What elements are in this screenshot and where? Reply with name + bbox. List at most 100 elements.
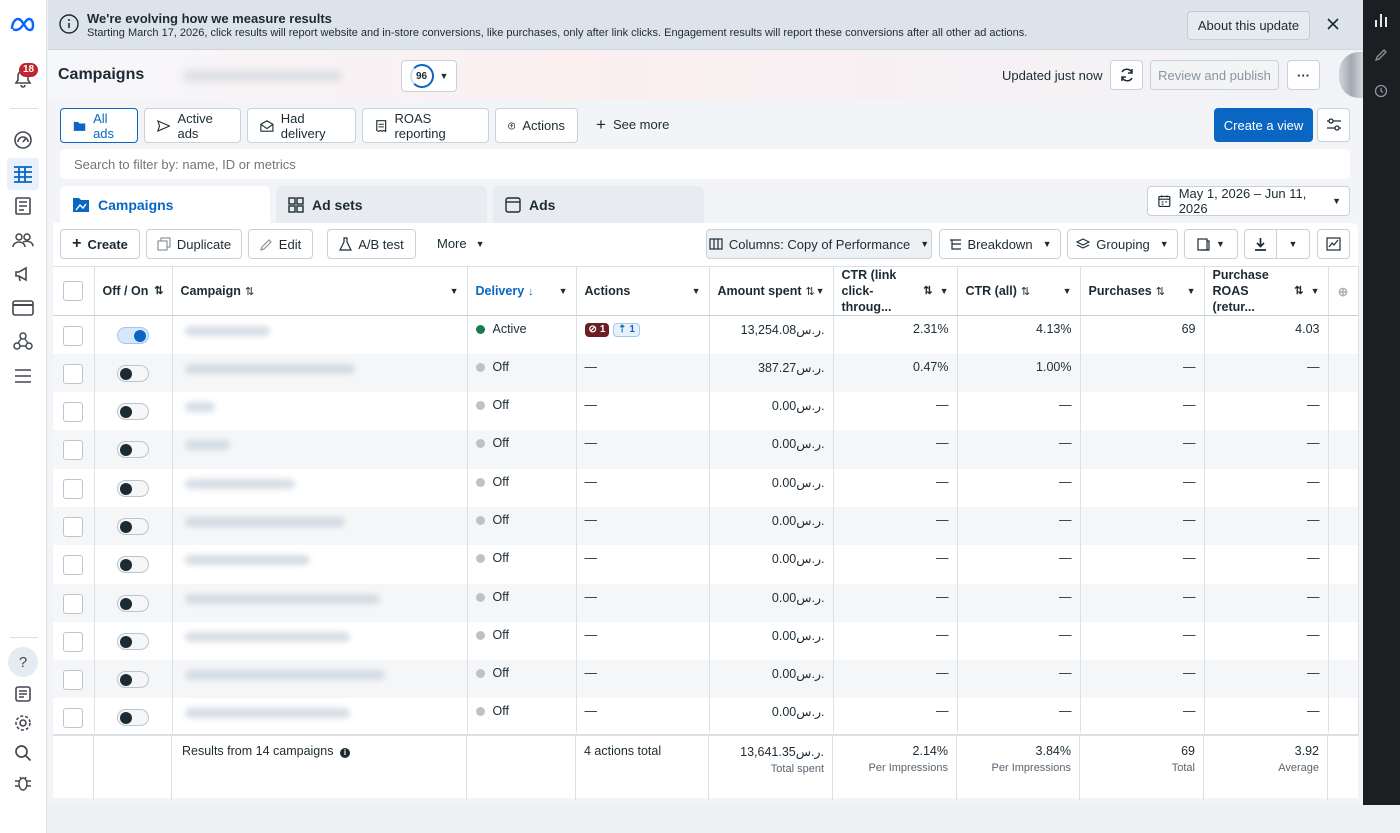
row-checkbox[interactable] [63, 670, 84, 691]
sort-icon[interactable]: ⇅ [154, 283, 163, 299]
row-checkbox[interactable] [63, 440, 84, 461]
close-icon[interactable] [1326, 17, 1340, 34]
campaign-toggle[interactable] [117, 403, 149, 421]
all-tools-menu-icon[interactable] [11, 364, 35, 388]
table-row[interactable]: Active ⊘ 1 ⇡ 1 13,254.08ر.س. 2.31% 4.13% 69 4.03 [53, 315, 1359, 354]
reports-book-icon[interactable] [11, 194, 35, 218]
campaign-toggle[interactable] [117, 709, 149, 727]
campaign-name-cell[interactable] [172, 430, 468, 469]
search-icon[interactable] [11, 741, 35, 765]
row-checkbox[interactable] [63, 708, 84, 729]
campaign-toggle[interactable] [117, 327, 149, 344]
campaign-name-blurred[interactable] [184, 593, 380, 604]
campaign-name-blurred[interactable] [184, 516, 345, 527]
chevron-down-icon[interactable]: ▼ [1311, 283, 1320, 299]
table-row[interactable]: Off —387.27ر.س. 0.47% 1.00% — — [53, 353, 1359, 393]
chevron-down-icon[interactable]: ▼ [692, 286, 701, 296]
date-range-picker[interactable]: May 1, 2026 – Jun 11, 2026 ▼ [1147, 186, 1350, 216]
grouping-dropdown[interactable]: Grouping ▼ [1067, 229, 1178, 259]
row-checkbox[interactable] [63, 478, 84, 499]
chevron-down-icon[interactable]: ▼ [1063, 286, 1072, 296]
export-button[interactable] [1244, 229, 1277, 259]
delivery-column-header[interactable]: Delivery ↓ ▼ [467, 266, 577, 316]
table-row[interactable]: Off —0.00ر.س. — — — — [53, 430, 1359, 469]
campaign-name-cell[interactable] [172, 545, 468, 584]
meta-logo-icon[interactable] [9, 12, 37, 36]
ctr-all-column-header[interactable]: CTR (all) ⇅ ▼ [957, 266, 1081, 316]
campaign-toggle[interactable] [117, 556, 149, 574]
view-actions[interactable]: Actions [495, 108, 578, 143]
edit-pencil-icon[interactable] [1366, 40, 1396, 70]
chevron-down-icon[interactable]: ▼ [1187, 286, 1196, 296]
table-row[interactable]: Off —0.00ر.س. — — — — [53, 583, 1359, 622]
campaign-name-cell[interactable] [172, 506, 468, 546]
chevron-down-icon[interactable]: ▼ [940, 283, 949, 299]
table-row[interactable]: Off —0.00ر.س. — — — — [53, 545, 1359, 584]
view-all-ads[interactable]: All ads [60, 108, 138, 143]
actions-cell[interactable]: ⊘ 1 ⇡ 1 [576, 315, 710, 354]
more-options-icon[interactable]: ··· [1287, 60, 1320, 90]
campaign-name-blurred[interactable] [184, 670, 385, 681]
add-column-icon[interactable]: ⊕ [1338, 285, 1348, 299]
search-input[interactable] [60, 149, 1350, 179]
breakdown-dropdown[interactable]: Breakdown ▼ [939, 229, 1061, 259]
recommendations-pill[interactable]: ⇡ 1 [612, 322, 640, 337]
campaign-name-blurred[interactable] [184, 326, 270, 336]
view-active-ads[interactable]: Active ads [144, 108, 241, 143]
campaign-toggle[interactable] [117, 441, 149, 459]
select-all-checkbox[interactable] [63, 281, 84, 301]
view-had-delivery[interactable]: Had delivery [247, 108, 356, 143]
add-column-header[interactable]: ⊕ [1328, 266, 1359, 316]
report-bug-icon[interactable] [11, 771, 35, 795]
campaign-toggle[interactable] [117, 517, 149, 535]
row-checkbox[interactable] [63, 555, 84, 576]
sort-icon[interactable]: ⇅ [245, 286, 254, 298]
sort-icon[interactable]: ⇅ [1021, 286, 1030, 298]
campaign-name-cell[interactable] [172, 468, 468, 507]
purchases-column-header[interactable]: Purchases ⇅ ▼ [1080, 266, 1205, 316]
campaign-column-header[interactable]: Campaign ⇅ ▼ [172, 266, 468, 316]
amount-spent-column-header[interactable]: Amount spent ⇅ ▼ [709, 266, 834, 316]
sort-icon[interactable]: ⇅ [806, 286, 815, 298]
help-question-icon[interactable]: ? [8, 647, 38, 677]
table-row[interactable]: Off —0.00ر.س. — — — — [53, 506, 1359, 546]
tab-campaigns[interactable]: Campaigns [60, 186, 270, 223]
campaign-name-blurred[interactable] [184, 708, 350, 719]
campaign-name-cell[interactable] [172, 315, 468, 354]
campaign-name-blurred[interactable] [184, 478, 295, 489]
about-update-button[interactable]: About this update [1187, 11, 1310, 40]
history-clock-icon[interactable] [1366, 76, 1396, 106]
chevron-down-icon[interactable]: ▼ [450, 286, 459, 296]
sort-icon[interactable]: ⇅ [1156, 286, 1165, 298]
roas-column-header[interactable]: Purchase ROAS (retur... ⇅ ▼ [1204, 266, 1329, 316]
edit-button[interactable]: Edit [248, 229, 313, 259]
chevron-down-icon[interactable]: ▼ [559, 286, 568, 296]
onoff-column-header[interactable]: Off / On ⇅ [94, 266, 173, 316]
campaign-name-cell[interactable] [172, 353, 468, 393]
settings-gear-icon[interactable] [11, 711, 35, 735]
columns-dropdown[interactable]: Columns: Copy of Performance ▼ [706, 229, 932, 259]
sort-icon[interactable]: ⇅ [1294, 283, 1303, 299]
campaign-toggle[interactable] [117, 594, 149, 612]
info-icon[interactable]: i [339, 748, 350, 758]
table-row[interactable]: Off —0.00ر.س. — — — — [53, 468, 1359, 507]
chevron-down-icon[interactable]: ▼ [816, 286, 825, 296]
table-row[interactable]: Off —0.00ر.س. — — — — [53, 621, 1359, 661]
ads-manager-table-icon[interactable] [7, 158, 39, 190]
issues-pill[interactable]: ⊘ 1 [584, 322, 610, 337]
dashboard-gauge-icon[interactable] [11, 128, 35, 152]
bar-chart-icon[interactable] [1366, 5, 1396, 35]
more-dropdown[interactable]: More ▼ [437, 236, 485, 251]
tab-ad-sets[interactable]: Ad sets [276, 186, 487, 223]
campaign-name-cell[interactable] [172, 660, 468, 699]
campaign-name-blurred[interactable] [184, 555, 310, 566]
events-manager-icon[interactable] [11, 329, 35, 353]
ab-test-button[interactable]: A/B test [327, 229, 416, 259]
campaign-name-blurred[interactable] [184, 402, 215, 413]
reports-dropdown[interactable]: ▼ [1184, 229, 1238, 259]
review-publish-button[interactable]: Review and publish [1150, 60, 1279, 90]
table-row[interactable]: Off —0.00ر.س. — — — — [53, 660, 1359, 699]
side-panel-handle[interactable] [1339, 52, 1363, 98]
campaign-name-cell[interactable] [172, 392, 468, 431]
row-checkbox[interactable] [63, 402, 84, 423]
